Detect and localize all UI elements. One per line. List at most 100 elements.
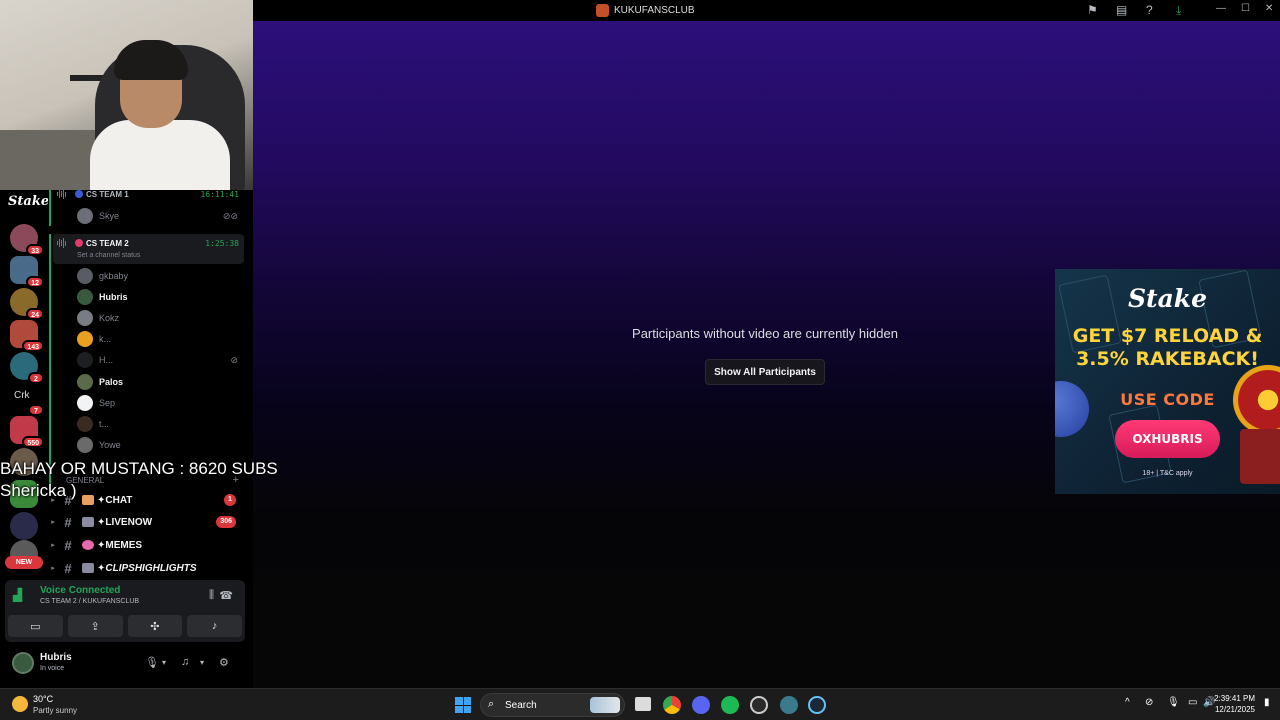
server-icon-2[interactable]: 12 [10,256,44,288]
user-name[interactable]: Hubris [40,652,72,663]
voice-channel-name: CS TEAM 2 [86,238,129,248]
voice-member[interactable]: Kokz [77,308,242,328]
server-icon-7[interactable]: 550 [10,416,44,448]
server-icon [596,4,609,17]
voice-member[interactable]: Hubris [77,287,242,307]
voice-member[interactable]: gkbaby [77,266,242,286]
server-icon-1[interactable]: 33 [10,224,44,256]
taskbar-clock[interactable]: 2:39:41 PM 12/21/2025 [1214,693,1255,715]
download-icon[interactable]: ⤓ [1176,3,1181,18]
member-name: k... [99,334,112,344]
inbox-icon[interactable]: ▤ [1116,3,1127,17]
camera-off-button[interactable]: ▭ [8,615,63,637]
avatar [77,331,93,347]
channel-emoji-icon [82,495,94,505]
soundboard-button[interactable]: ♪ [187,615,242,637]
show-all-participants-button[interactable]: Show All Participants [705,359,825,385]
clock-date: 12/21/2025 [1214,705,1255,714]
task-view-icon[interactable] [635,697,651,711]
voice-member[interactable]: Skye ⊘⊘ [77,206,242,226]
member-name: Sep [99,398,116,408]
hash-icon: # [64,514,72,530]
chevron-right-icon: ▸ [51,542,55,549]
taskbar-search[interactable]: ⌕ Search [480,693,625,717]
voice-member[interactable]: k... [77,329,242,349]
stake-ad-banner: Stake GET $7 RELOAD & 3.5% RAKEBACK! USE… [1055,269,1280,494]
channel-emoji-icon [82,540,94,550]
gear-icon[interactable]: ⚙ [219,656,229,669]
channel-emoji-icon [82,563,94,573]
windows-taskbar: 30°C Partly sunny ⌕ Search ^ ⊘ 🎙 ▭ 🔊 2:3… [0,688,1280,720]
avatar [77,374,93,390]
tray-overflow-icon[interactable]: ^ [1125,697,1130,708]
text-channel-name: ✦LIVENOW [97,516,153,528]
voice-wave-icon [57,190,69,199]
voice-connected-subtitle[interactable]: CS TEAM 2 / KUKUFANSCLUB [40,598,139,605]
server-badge: 24 [26,308,44,320]
text-channel-clipshighlights[interactable]: ▸ # ✦CLIPSHIGHLIGHTS [48,557,246,579]
avatar [77,289,93,305]
ad-headline-line1: GET $7 RELOAD & [1072,325,1263,347]
network-icon[interactable]: ▭ [1188,697,1197,708]
voice-member[interactable]: t... [77,414,242,434]
chrome-icon[interactable] [663,696,681,714]
noise-suppression-icon[interactable]: ⫼ [209,589,214,602]
close-icon[interactable]: ✕ [1265,3,1273,14]
headphones-icon[interactable]: ♫ [181,656,189,668]
text-channel-chat[interactable]: ▸ # ✦CHAT 1 [48,489,246,511]
server-icon-4[interactable]: 143 [10,320,44,352]
spotify-icon[interactable] [721,696,739,714]
server-badge: 7 [28,404,44,416]
tray-microphone-icon[interactable]: 🎙 [1167,697,1180,708]
voice-connection-line [49,234,51,494]
mention-count: 1 [224,494,236,506]
maximize-icon[interactable]: ☐ [1241,3,1250,14]
app-icon[interactable] [750,696,768,714]
channel-dot-icon [75,239,83,247]
voice-member[interactable]: Palos [77,372,242,392]
voice-connected-title[interactable]: Voice Connected [40,585,120,596]
text-channel-livenow[interactable]: ▸ # ✦LIVENOW 306 [48,511,246,533]
chevron-right-icon: ▸ [51,519,55,526]
app-icon[interactable] [780,696,798,714]
voice-wave-icon [57,238,69,248]
text-channel-name: ✦MEMES [97,539,143,551]
signal-icon[interactable]: ▟ [13,588,31,606]
voice-member[interactable]: H... ⊘ [77,350,242,370]
disconnect-icon[interactable]: ☎ [219,589,233,602]
voice-member[interactable]: Sep [77,393,242,413]
activities-button[interactable]: ✣ [127,615,183,637]
server-crk-target[interactable]: 7 [10,384,44,416]
voice-channel-timer: 16:11:41 [200,190,239,199]
voice-member[interactable]: Yowe [77,435,242,455]
chevron-right-icon: ▸ [51,565,55,572]
channel-status-hint[interactable]: Set a channel status [77,252,140,259]
server-icon-5[interactable]: 2 [10,352,44,384]
windows-start-icon[interactable] [455,697,471,713]
voice-connected-panel: ▟ Voice Connected CS TEAM 2 / KUKUFANSCL… [5,580,245,642]
stake-server-logo[interactable]: Stake [8,194,49,209]
chevron-down-icon[interactable]: ▾ [162,658,166,667]
voice-channel-cs-team-1[interactable]: CS TEAM 1 16:11:41 [53,190,243,204]
new-badge: NEW [5,556,43,569]
server-icon-10[interactable] [10,512,38,540]
avatar[interactable] [12,652,34,674]
screen-share-button[interactable]: ⇪ [67,615,123,637]
avatar [77,268,93,284]
notifications-icon[interactable]: ▮ [1264,697,1270,708]
tray-app-icon[interactable]: ⊘ [1145,697,1153,708]
microphone-icon[interactable]: 🎙 [145,656,159,669]
ad-logo: Stake [1127,284,1208,313]
flag-icon[interactable]: ⚑ [1087,3,1098,17]
discord-icon[interactable] [692,696,710,714]
avatar [77,352,93,368]
server-icon-3[interactable]: 24 [10,288,44,320]
member-name: Hubris [99,292,128,302]
minimize-icon[interactable]: — [1216,3,1226,14]
text-channel-memes[interactable]: ▸ # ✦MEMES [48,534,246,556]
steam-icon[interactable] [808,696,826,714]
chevron-down-icon[interactable]: ▾ [200,658,204,667]
help-icon[interactable]: ? [1146,3,1153,17]
clock-time: 2:39:41 PM [1214,694,1255,703]
voice-channel-name: CS TEAM 1 [86,190,129,199]
